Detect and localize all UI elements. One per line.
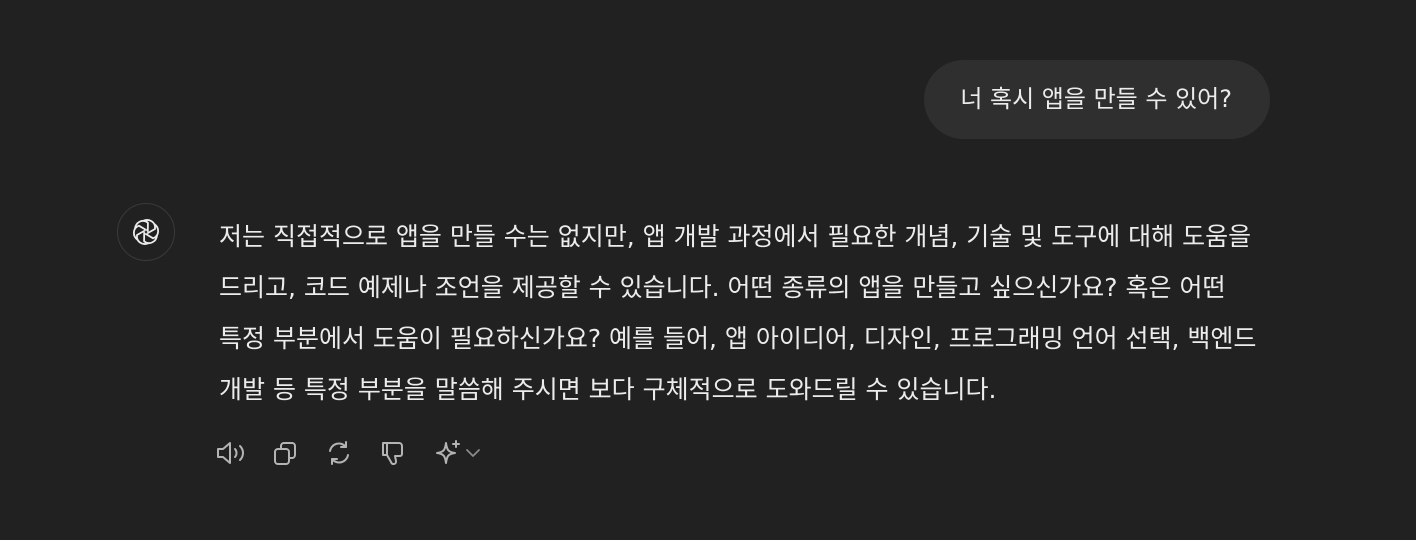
regenerate-button[interactable] xyxy=(322,436,356,470)
read-aloud-button[interactable] xyxy=(214,436,248,470)
openai-logo-icon xyxy=(129,215,163,249)
chevron-down-icon xyxy=(463,443,483,463)
thumbs-down-icon xyxy=(379,439,407,467)
regenerate-icon xyxy=(325,439,353,467)
user-message-text: 너 혹시 앱을 만들 수 있어? xyxy=(960,85,1232,113)
user-message-bubble: 너 혹시 앱을 만들 수 있어? xyxy=(924,60,1270,139)
bad-response-button[interactable] xyxy=(376,436,410,470)
message-actions xyxy=(214,436,486,470)
user-message-row: 너 혹시 앱을 만들 수 있어? xyxy=(924,60,1270,139)
sparkle-icon xyxy=(433,438,463,468)
speaker-icon xyxy=(215,439,247,467)
switch-model-button[interactable] xyxy=(430,436,486,470)
copy-button[interactable] xyxy=(268,436,302,470)
assistant-message-text: 저는 직접적으로 앱을 만들 수는 없지만, 앱 개발 과정에서 필요한 개념,… xyxy=(219,222,1257,404)
copy-icon xyxy=(271,439,299,467)
assistant-avatar xyxy=(117,203,175,261)
